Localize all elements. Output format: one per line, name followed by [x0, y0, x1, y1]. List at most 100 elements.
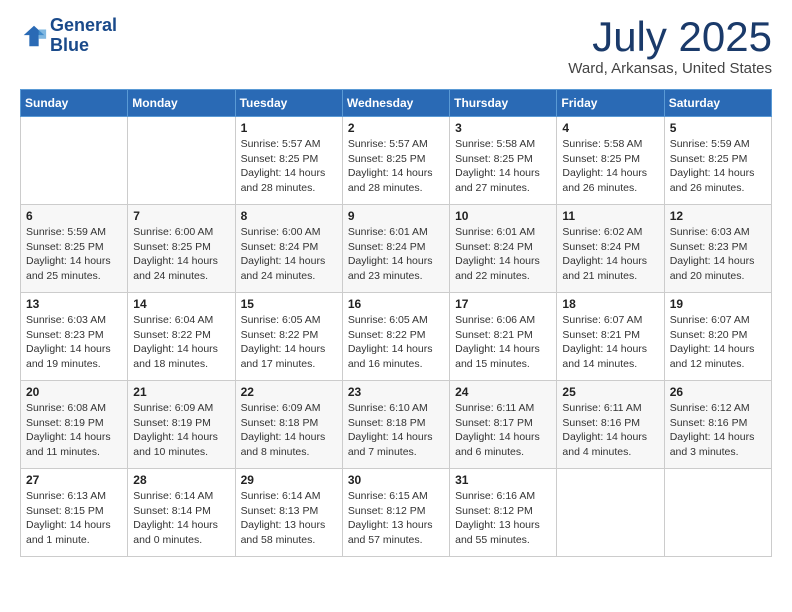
day-info: Sunrise: 5:59 AMSunset: 8:25 PMDaylight:… — [670, 137, 766, 196]
day-info: Sunrise: 6:00 AMSunset: 8:24 PMDaylight:… — [241, 225, 337, 284]
day-number: 24 — [455, 385, 551, 399]
day-number: 4 — [562, 121, 658, 135]
day-cell: 1 Sunrise: 5:57 AMSunset: 8:25 PMDaylight… — [235, 117, 342, 205]
day-cell — [664, 469, 771, 557]
day-info: Sunrise: 5:57 AMSunset: 8:25 PMDaylight:… — [241, 137, 337, 196]
day-cell: 5 Sunrise: 5:59 AMSunset: 8:25 PMDaylight… — [664, 117, 771, 205]
day-info: Sunrise: 6:16 AMSunset: 8:12 PMDaylight:… — [455, 489, 551, 548]
day-info: Sunrise: 6:15 AMSunset: 8:12 PMDaylight:… — [348, 489, 444, 548]
day-info: Sunrise: 6:11 AMSunset: 8:16 PMDaylight:… — [562, 401, 658, 460]
weekday-header-saturday: Saturday — [664, 90, 771, 117]
day-info: Sunrise: 6:14 AMSunset: 8:14 PMDaylight:… — [133, 489, 229, 548]
day-cell: 10 Sunrise: 6:01 AMSunset: 8:24 PMDayligh… — [450, 205, 557, 293]
week-row-5: 27 Sunrise: 6:13 AMSunset: 8:15 PMDayligh… — [21, 469, 772, 557]
day-number: 30 — [348, 473, 444, 487]
day-info: Sunrise: 5:58 AMSunset: 8:25 PMDaylight:… — [562, 137, 658, 196]
day-number: 23 — [348, 385, 444, 399]
day-cell: 23 Sunrise: 6:10 AMSunset: 8:18 PMDayligh… — [342, 381, 449, 469]
day-number: 28 — [133, 473, 229, 487]
day-info: Sunrise: 5:58 AMSunset: 8:25 PMDaylight:… — [455, 137, 551, 196]
day-cell: 27 Sunrise: 6:13 AMSunset: 8:15 PMDayligh… — [21, 469, 128, 557]
day-cell: 28 Sunrise: 6:14 AMSunset: 8:14 PMDayligh… — [128, 469, 235, 557]
day-info: Sunrise: 6:01 AMSunset: 8:24 PMDaylight:… — [455, 225, 551, 284]
day-cell: 7Sunrise: 6:00 AMSunset: 8:25 PMDaylight… — [128, 205, 235, 293]
day-cell: 20 Sunrise: 6:08 AMSunset: 8:19 PMDayligh… — [21, 381, 128, 469]
day-cell: 15 Sunrise: 6:05 AMSunset: 8:22 PMDayligh… — [235, 293, 342, 381]
day-number: 15 — [241, 297, 337, 311]
day-number: 9 — [348, 209, 444, 223]
day-number: 1 — [241, 121, 337, 135]
day-cell: 26Sunrise: 6:12 AMSunset: 8:16 PMDayligh… — [664, 381, 771, 469]
day-info: Sunrise: 6:10 AMSunset: 8:18 PMDaylight:… — [348, 401, 444, 460]
weekday-header-wednesday: Wednesday — [342, 90, 449, 117]
day-number: 6 — [26, 209, 122, 223]
logo-icon — [20, 22, 48, 50]
day-info: Sunrise: 6:14 AMSunset: 8:13 PMDaylight:… — [241, 489, 337, 548]
weekday-header-row: SundayMondayTuesdayWednesdayThursdayFrid… — [21, 90, 772, 117]
day-number: 8 — [241, 209, 337, 223]
day-cell: 12 Sunrise: 6:03 AMSunset: 8:23 PMDayligh… — [664, 205, 771, 293]
day-number: 17 — [455, 297, 551, 311]
location: Ward, Arkansas, United States — [568, 60, 772, 77]
day-number: 14 — [133, 297, 229, 311]
logo-line2: Blue — [50, 36, 117, 56]
day-cell: 18Sunrise: 6:07 AMSunset: 8:21 PMDayligh… — [557, 293, 664, 381]
day-cell: 4 Sunrise: 5:58 AMSunset: 8:25 PMDaylight… — [557, 117, 664, 205]
day-number: 25 — [562, 385, 658, 399]
day-number: 31 — [455, 473, 551, 487]
day-cell — [128, 117, 235, 205]
day-number: 13 — [26, 297, 122, 311]
day-info: Sunrise: 6:08 AMSunset: 8:19 PMDaylight:… — [26, 401, 122, 460]
day-number: 5 — [670, 121, 766, 135]
day-info: Sunrise: 6:02 AMSunset: 8:24 PMDaylight:… — [562, 225, 658, 284]
day-cell: 11 Sunrise: 6:02 AMSunset: 8:24 PMDayligh… — [557, 205, 664, 293]
day-number: 11 — [562, 209, 658, 223]
day-cell: 2Sunrise: 5:57 AMSunset: 8:25 PMDaylight… — [342, 117, 449, 205]
day-info: Sunrise: 5:59 AMSunset: 8:25 PMDaylight:… — [26, 225, 122, 284]
day-number: 16 — [348, 297, 444, 311]
day-number: 20 — [26, 385, 122, 399]
day-info: Sunrise: 6:03 AMSunset: 8:23 PMDaylight:… — [670, 225, 766, 284]
day-info: Sunrise: 6:09 AMSunset: 8:19 PMDaylight:… — [133, 401, 229, 460]
day-cell: 13 Sunrise: 6:03 AMSunset: 8:23 PMDayligh… — [21, 293, 128, 381]
day-info: Sunrise: 6:11 AMSunset: 8:17 PMDaylight:… — [455, 401, 551, 460]
day-number: 12 — [670, 209, 766, 223]
day-info: Sunrise: 6:01 AMSunset: 8:24 PMDaylight:… — [348, 225, 444, 284]
day-info: Sunrise: 6:04 AMSunset: 8:22 PMDaylight:… — [133, 313, 229, 372]
day-cell: 14 Sunrise: 6:04 AMSunset: 8:22 PMDayligh… — [128, 293, 235, 381]
logo: General Blue — [20, 16, 117, 56]
day-cell: 29 Sunrise: 6:14 AMSunset: 8:13 PMDayligh… — [235, 469, 342, 557]
day-info: Sunrise: 6:07 AMSunset: 8:21 PMDaylight:… — [562, 313, 658, 372]
day-cell: 8 Sunrise: 6:00 AMSunset: 8:24 PMDaylight… — [235, 205, 342, 293]
logo-line1: General — [50, 16, 117, 36]
day-info: Sunrise: 6:13 AMSunset: 8:15 PMDaylight:… — [26, 489, 122, 548]
day-info: Sunrise: 6:07 AMSunset: 8:20 PMDaylight:… — [670, 313, 766, 372]
day-cell — [557, 469, 664, 557]
day-cell: 21 Sunrise: 6:09 AMSunset: 8:19 PMDayligh… — [128, 381, 235, 469]
day-info: Sunrise: 6:05 AMSunset: 8:22 PMDaylight:… — [241, 313, 337, 372]
day-number: 3 — [455, 121, 551, 135]
day-number: 27 — [26, 473, 122, 487]
week-row-3: 13 Sunrise: 6:03 AMSunset: 8:23 PMDayligh… — [21, 293, 772, 381]
day-cell: 25 Sunrise: 6:11 AMSunset: 8:16 PMDayligh… — [557, 381, 664, 469]
day-info: Sunrise: 6:06 AMSunset: 8:21 PMDaylight:… — [455, 313, 551, 372]
day-info: Sunrise: 6:03 AMSunset: 8:23 PMDaylight:… — [26, 313, 122, 372]
day-info: Sunrise: 6:09 AMSunset: 8:18 PMDaylight:… — [241, 401, 337, 460]
day-info: Sunrise: 5:57 AMSunset: 8:25 PMDaylight:… — [348, 137, 444, 196]
day-cell: 30 Sunrise: 6:15 AMSunset: 8:12 PMDayligh… — [342, 469, 449, 557]
day-cell: 16 Sunrise: 6:05 AMSunset: 8:22 PMDayligh… — [342, 293, 449, 381]
day-number: 19 — [670, 297, 766, 311]
day-number: 29 — [241, 473, 337, 487]
day-number: 21 — [133, 385, 229, 399]
calendar-table: SundayMondayTuesdayWednesdayThursdayFrid… — [20, 89, 772, 557]
day-cell — [21, 117, 128, 205]
weekday-header-thursday: Thursday — [450, 90, 557, 117]
title-block: July 2025 Ward, Arkansas, United States — [568, 16, 772, 77]
day-cell: 17 Sunrise: 6:06 AMSunset: 8:21 PMDayligh… — [450, 293, 557, 381]
day-cell: 6 Sunrise: 5:59 AMSunset: 8:25 PMDaylight… — [21, 205, 128, 293]
day-number: 10 — [455, 209, 551, 223]
day-info: Sunrise: 6:00 AMSunset: 8:25 PMDaylight:… — [133, 225, 229, 284]
month-title: July 2025 — [568, 16, 772, 58]
day-number: 26 — [670, 385, 766, 399]
day-info: Sunrise: 6:05 AMSunset: 8:22 PMDaylight:… — [348, 313, 444, 372]
